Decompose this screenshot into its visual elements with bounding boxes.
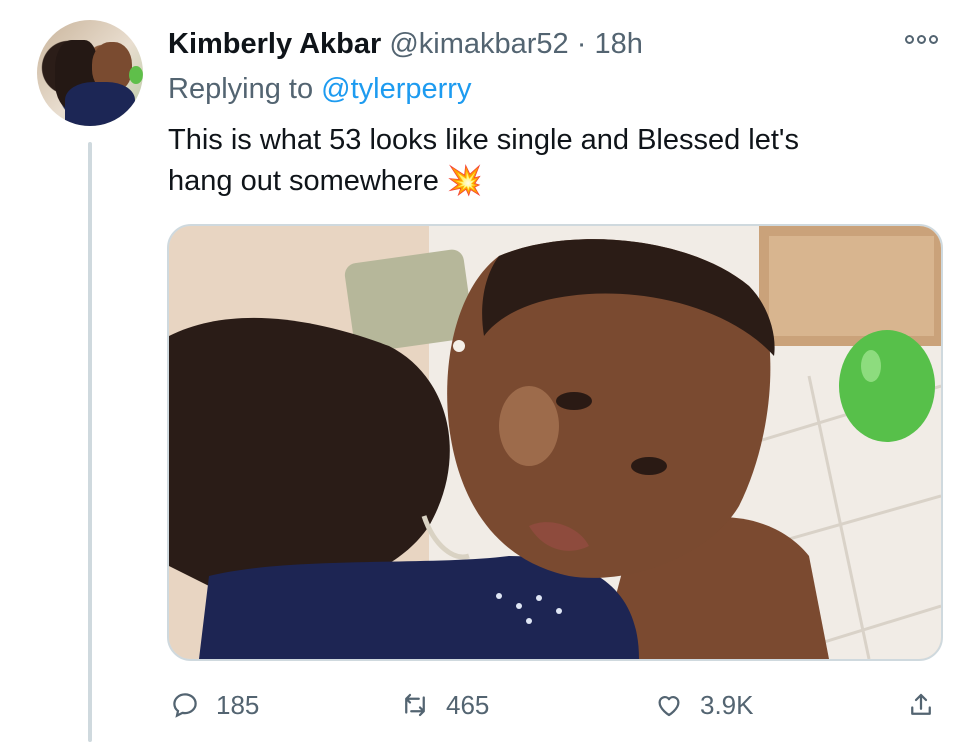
share-button[interactable] (906, 680, 936, 730)
tweet-photo[interactable] (167, 224, 943, 661)
tweet-header: Kimberly Akbar @kimakbar52 · 18h (168, 24, 920, 64)
tweet-text-line-1: This is what 53 looks like single and Bl… (168, 124, 799, 156)
heart-icon (658, 696, 680, 717)
reply-count: 185 (216, 689, 260, 720)
like-button[interactable]: 3.9K (654, 680, 754, 730)
reply-icon (173, 693, 197, 718)
retweet-count: 465 (446, 689, 490, 720)
avatar[interactable] (37, 20, 143, 126)
more-icon[interactable] (905, 30, 945, 48)
tweet-text-line-2: hang out somewhere (168, 165, 439, 197)
tweet-text: This is what 53 looks like single and Bl… (168, 120, 938, 202)
reply-button[interactable]: 185 (170, 680, 259, 730)
replying-handle-link[interactable]: @tylerperry (321, 73, 471, 105)
retweet-button[interactable]: 465 (400, 680, 489, 730)
tweet-actions: 185 465 3.9K (168, 680, 948, 730)
thread-line (88, 142, 92, 742)
collision-emoji: 💥 (446, 165, 484, 197)
separator: · (576, 28, 587, 60)
replying-prefix: Replying to (168, 73, 314, 105)
share-icon (911, 693, 931, 715)
replying-to: Replying to @tylerperry (168, 70, 471, 108)
tweet-time[interactable]: 18h (594, 28, 642, 60)
retweet-icon (405, 693, 425, 717)
author-handle[interactable]: @kimakbar52 (389, 28, 568, 60)
author-name[interactable]: Kimberly Akbar (168, 28, 381, 60)
like-count: 3.9K (700, 689, 754, 720)
